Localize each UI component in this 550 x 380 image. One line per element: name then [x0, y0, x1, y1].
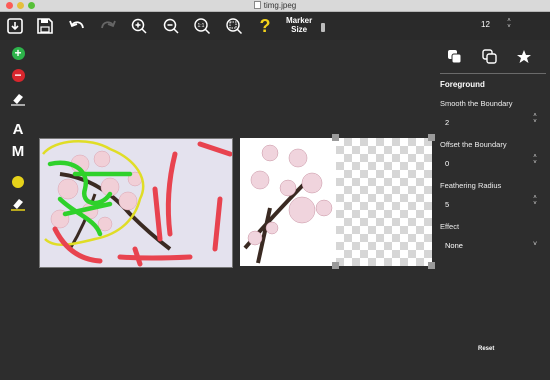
- undo-button[interactable]: [66, 15, 88, 37]
- properties-panel: Foreground Smooth the Boundary 2 ˄ ˅ Off…: [435, 40, 550, 380]
- add-icon: +: [11, 46, 25, 60]
- zoom-fit-icon: [226, 18, 243, 35]
- stepper-down-icon[interactable]: ˅: [506, 24, 512, 30]
- document-icon: [253, 1, 261, 9]
- zoom-in-button[interactable]: [128, 15, 150, 37]
- left-toolbar: + − A M: [0, 40, 36, 380]
- smooth-field[interactable]: 2: [445, 118, 449, 127]
- smooth-label: Smooth the Boundary: [440, 99, 513, 108]
- tab-divider: [440, 73, 546, 74]
- panel-title: Foreground: [440, 80, 485, 89]
- remove-icon: −: [11, 68, 25, 82]
- redo-button[interactable]: [97, 15, 119, 37]
- svg-text:1:1: 1:1: [198, 23, 205, 29]
- window-title: timg.jpeg: [0, 0, 550, 11]
- toolbar: 1:1 ? Marker Size 12 ˄ ˅: [0, 12, 550, 40]
- color-swatch-icon: [12, 176, 24, 188]
- color-eraser-button[interactable]: [8, 194, 28, 214]
- effect-select[interactable]: None: [445, 241, 463, 250]
- offset-label: Offset the Boundary: [440, 140, 507, 149]
- crop-handle-bottom-right[interactable]: [332, 262, 339, 269]
- result-image-canvas[interactable]: [240, 138, 336, 266]
- zoom-in-icon: [131, 18, 147, 34]
- import-button[interactable]: [4, 15, 26, 37]
- add-foreground-button[interactable]: +: [8, 43, 28, 63]
- help-button[interactable]: ?: [254, 15, 276, 37]
- redo-icon: [101, 20, 116, 29]
- effect-label: Effect: [440, 222, 460, 231]
- foreground-tab-icon: [448, 50, 462, 64]
- marker-size-label: Marker Size: [286, 16, 313, 34]
- zoom-actual-button[interactable]: 1:1: [191, 15, 213, 37]
- stepper-down-icon[interactable]: ˅: [532, 119, 538, 125]
- tab-foreground[interactable]: [444, 46, 466, 68]
- tab-favorite[interactable]: [513, 46, 535, 68]
- smooth-stepper[interactable]: ˄ ˅: [532, 113, 538, 127]
- source-image-canvas[interactable]: [39, 138, 233, 268]
- zoom-fit-button[interactable]: [223, 15, 245, 37]
- manual-mode-label: M: [11, 142, 25, 160]
- source-image: [40, 139, 232, 267]
- cutout-image: [240, 138, 336, 266]
- save-button[interactable]: [34, 15, 56, 37]
- favorite-tab-icon: [517, 50, 531, 63]
- marker-size-value: 12: [481, 20, 490, 29]
- feather-field[interactable]: 5: [445, 200, 449, 209]
- undo-icon: [69, 20, 84, 29]
- crop-handle-top-far-right[interactable]: [428, 134, 435, 141]
- tab-background[interactable]: [479, 46, 501, 68]
- eraser-icon: [11, 94, 25, 106]
- manual-mode-button[interactable]: M: [8, 141, 28, 161]
- crop-handle-top-right[interactable]: [332, 134, 339, 141]
- zoom-out-icon: [163, 18, 179, 34]
- dropdown-chevron-icon[interactable]: ˅: [533, 241, 537, 248]
- eraser-button[interactable]: [8, 89, 28, 109]
- stepper-down-icon[interactable]: ˅: [532, 201, 538, 207]
- zoom-actual-icon: 1:1: [194, 18, 211, 35]
- marker-size-stepper[interactable]: ˄ ˅: [506, 18, 512, 32]
- auto-mode-button[interactable]: A: [8, 119, 28, 139]
- offset-field[interactable]: 0: [445, 159, 449, 168]
- import-icon: [7, 18, 23, 34]
- background-tab-icon: [482, 49, 497, 64]
- zoom-out-button[interactable]: [160, 15, 182, 37]
- feather-label: Feathering Radius: [440, 181, 502, 190]
- crop-handle-bottom-far-right[interactable]: [428, 262, 435, 269]
- remove-background-button[interactable]: −: [8, 65, 28, 85]
- offset-stepper[interactable]: ˄ ˅: [532, 154, 538, 168]
- marker-size-slider-handle[interactable]: [321, 23, 325, 32]
- transparency-background: [336, 138, 432, 266]
- auto-mode-label: A: [12, 120, 24, 138]
- save-icon: [37, 18, 53, 34]
- marker-color-button[interactable]: [8, 172, 28, 192]
- title-bar: timg.jpeg: [0, 0, 550, 12]
- stepper-down-icon[interactable]: ˅: [532, 160, 538, 166]
- help-icon: ?: [259, 15, 271, 36]
- color-eraser-icon: [11, 199, 25, 211]
- feather-stepper[interactable]: ˄ ˅: [532, 195, 538, 209]
